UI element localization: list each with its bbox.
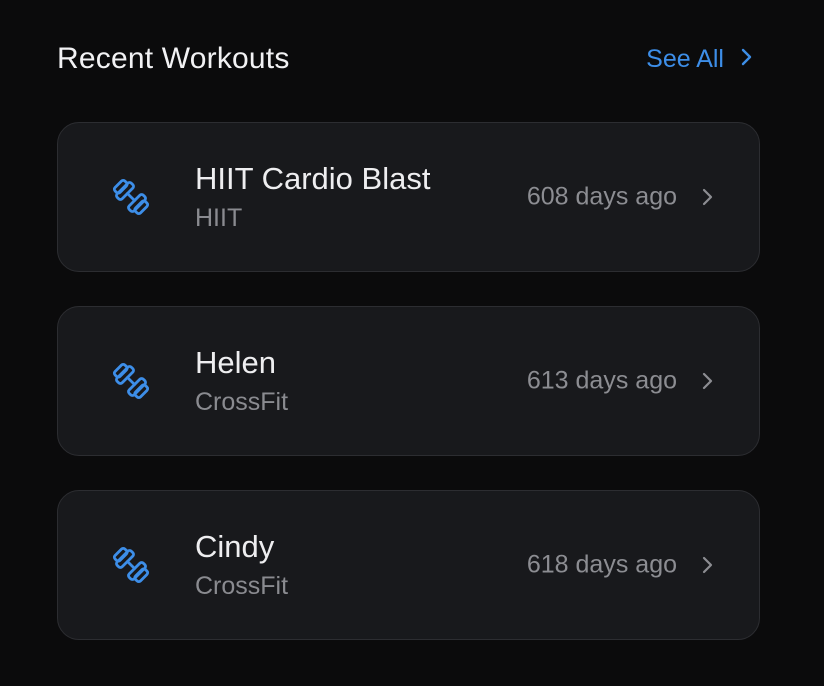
workout-type: CrossFit (195, 388, 289, 416)
section-title: Recent Workouts (57, 42, 290, 75)
workout-time-ago: 618 days ago (526, 550, 677, 579)
dumbbell-icon (110, 360, 152, 402)
chevron-right-icon (736, 45, 756, 74)
workout-card[interactable]: Cindy CrossFit 618 days ago (57, 490, 760, 640)
see-all-link[interactable]: See All (646, 45, 756, 74)
chevron-right-icon (697, 371, 717, 391)
dumbbell-icon (110, 544, 152, 586)
workout-type: HIIT (195, 204, 243, 232)
workout-time-ago: 613 days ago (526, 366, 677, 395)
workout-card[interactable]: HIIT Cardio Blast HIIT 608 days ago (57, 122, 760, 272)
workout-name: HIIT Cardio Blast (195, 161, 431, 196)
see-all-label: See All (646, 44, 724, 73)
workout-type: CrossFit (195, 572, 289, 600)
workout-name: Helen (195, 345, 276, 380)
section-header: Recent Workouts See All (57, 38, 760, 80)
workout-list: HIIT Cardio Blast HIIT 608 days ago Hele… (57, 122, 760, 640)
workout-name: Cindy (195, 529, 275, 564)
dumbbell-icon (110, 176, 152, 218)
workout-card[interactable]: Helen CrossFit 613 days ago (57, 306, 760, 456)
workout-text: HIIT Cardio Blast HIIT (195, 161, 430, 233)
chevron-right-icon (697, 187, 717, 207)
workout-text: Cindy CrossFit (195, 529, 288, 601)
chevron-right-icon (697, 555, 717, 575)
recent-workouts-section: Recent Workouts See All HIIT Cardio Blas… (0, 0, 824, 686)
workout-time-ago: 608 days ago (526, 182, 677, 211)
workout-text: Helen CrossFit (195, 345, 288, 417)
